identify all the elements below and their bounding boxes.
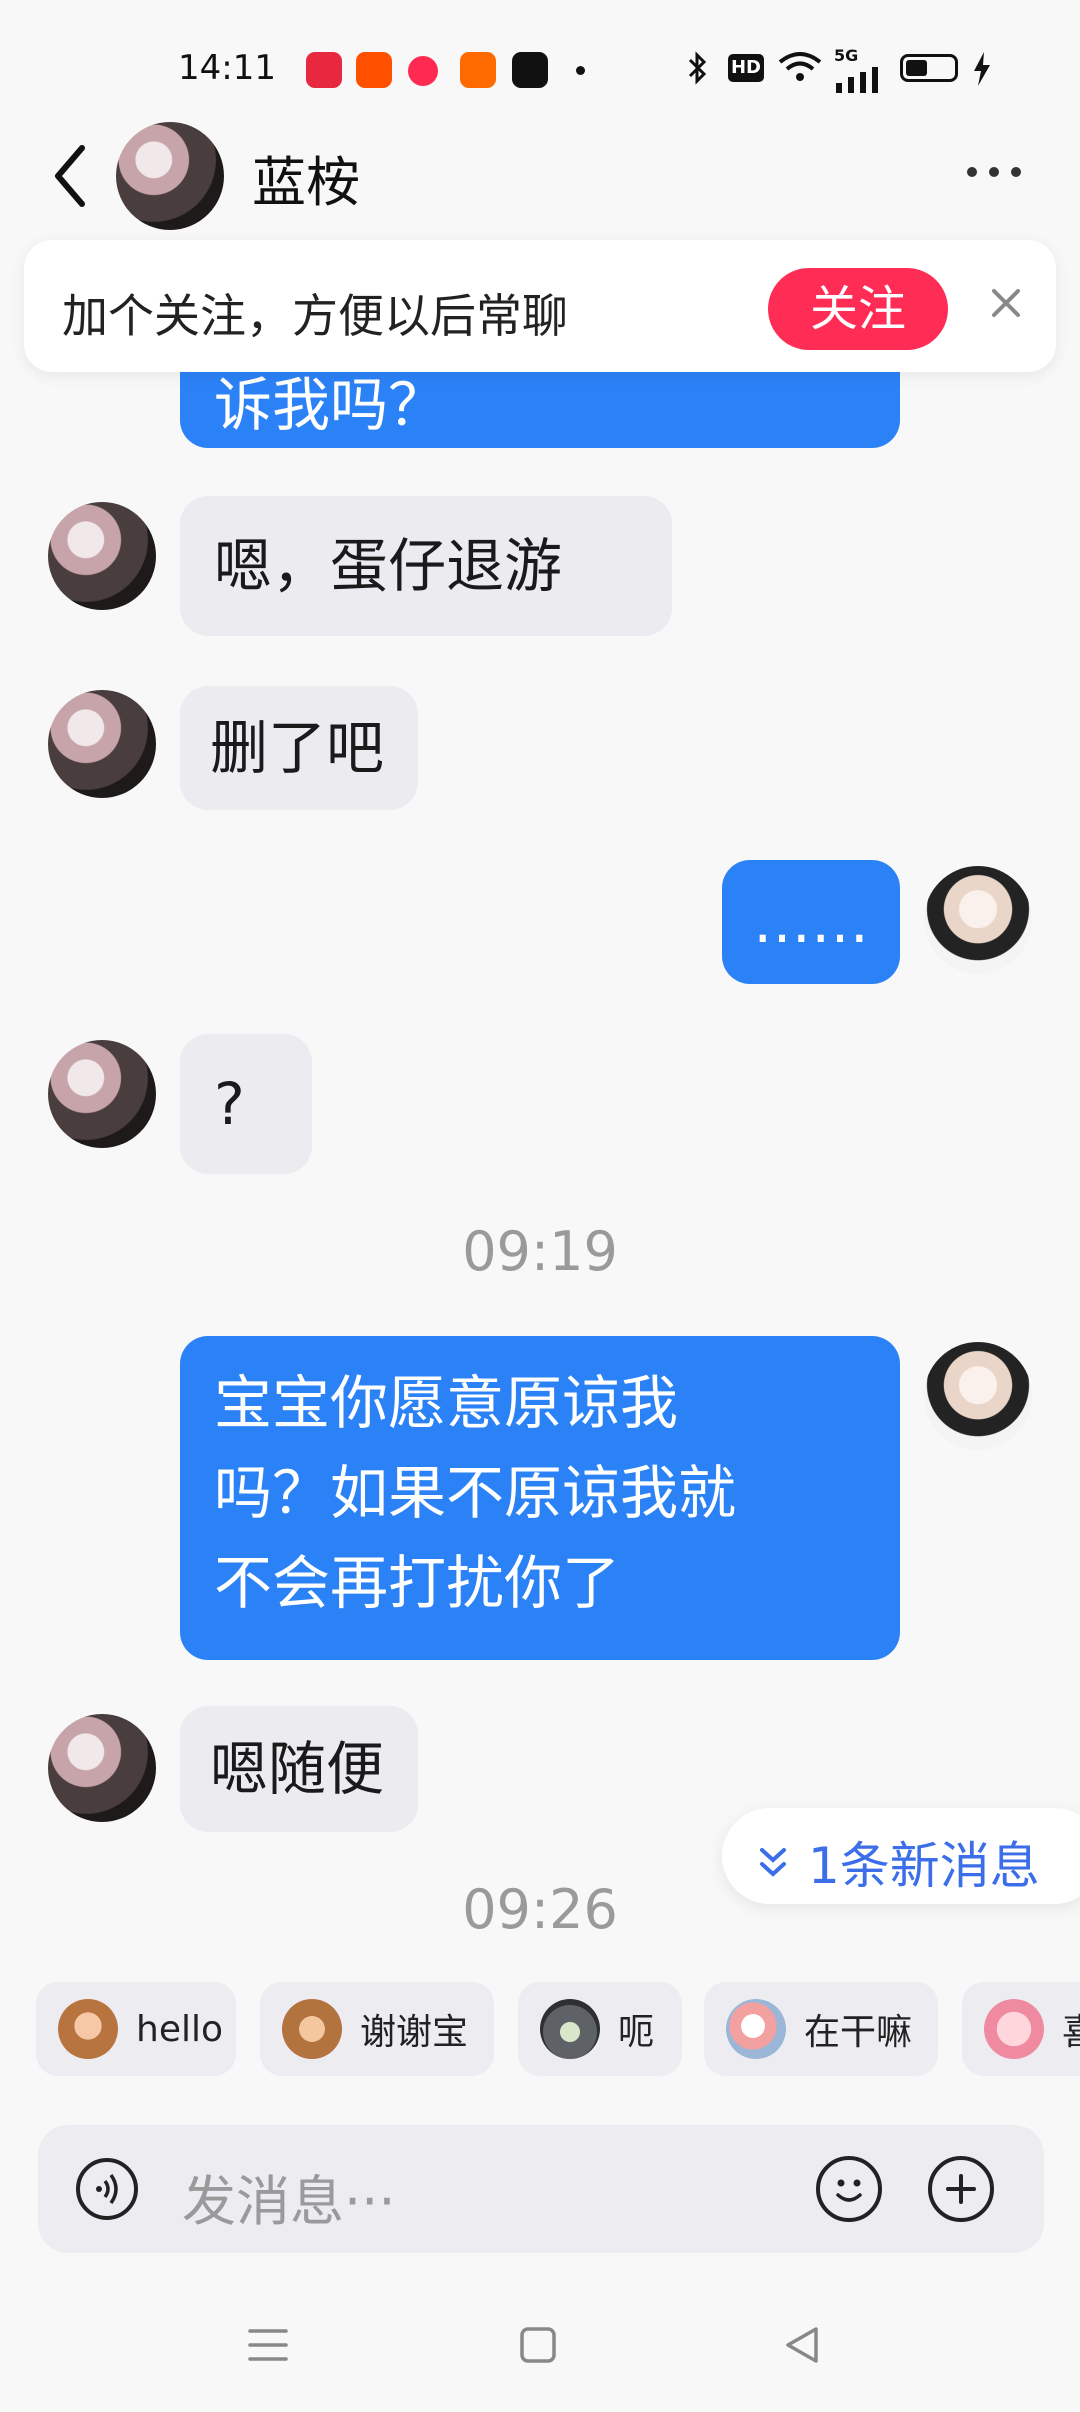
menu-icon — [248, 2329, 288, 2361]
more-horizontal-icon — [967, 167, 1021, 177]
back-triangle-icon — [786, 2327, 818, 2363]
plus-icon — [946, 2174, 976, 2204]
wifi-icon — [778, 50, 822, 93]
status-bar: 14:11 HD 5G — [0, 0, 1080, 110]
cat-sticker-icon — [540, 1999, 600, 2059]
close-banner-button[interactable] — [986, 274, 1026, 338]
quick-reply-chip[interactable]: hello — [36, 1982, 236, 2076]
message-text: 删了吧 — [210, 714, 385, 782]
kuaishou-app-icon — [460, 52, 496, 88]
taobao-app-icon — [356, 52, 392, 88]
quick-reply-label: 呃 — [618, 2012, 655, 2053]
bluetooth-icon — [684, 50, 712, 95]
menu-nav-button[interactable] — [248, 2322, 288, 2376]
timestamp: 09:19 — [462, 1220, 618, 1283]
follow-banner-text: 加个关注，方便以后常聊 — [62, 289, 568, 343]
message-bubble-incoming[interactable]: ? — [180, 1034, 312, 1174]
message-text: 诉我吗？ — [214, 371, 447, 439]
message-text: 嗯随便 — [210, 1735, 385, 1803]
message-text-line: 宝宝你愿意原谅我 — [214, 1369, 679, 1437]
close-icon — [992, 289, 1020, 317]
sender-avatar[interactable] — [48, 1714, 156, 1822]
notification-dot — [576, 66, 585, 75]
red-app-icon — [408, 56, 438, 86]
quick-reply-chip[interactable]: 在干嘛 — [704, 1982, 938, 2076]
message-composer: 发消息··· — [38, 2125, 1044, 2253]
emoji-icon — [836, 2179, 862, 2202]
emoji-button[interactable] — [816, 2156, 882, 2222]
home-square-icon — [520, 2327, 556, 2363]
more-button[interactable] — [964, 158, 1024, 186]
back-button[interactable] — [46, 138, 96, 214]
message-bubble-incoming[interactable]: 嗯，蛋仔退游 — [180, 496, 672, 636]
message-text-line: 吗？如果不原谅我就 — [214, 1459, 737, 1527]
message-text-line: 不会再打扰你了 — [214, 1549, 621, 1617]
voice-button[interactable] — [76, 2158, 138, 2220]
quick-reply-label: 喜 — [1062, 2003, 1080, 2055]
follow-button[interactable]: 关注 — [768, 268, 948, 350]
quick-reply-label: 谢谢宝 — [360, 2012, 469, 2053]
message-input[interactable]: 发消息··· — [182, 2157, 396, 2236]
plus-button[interactable] — [928, 2156, 994, 2222]
my-avatar[interactable] — [924, 866, 1032, 974]
sender-avatar[interactable] — [48, 502, 156, 610]
hd-badge: HD — [728, 54, 764, 82]
voice-icon — [96, 2173, 118, 2205]
message-bubble-outgoing[interactable]: …… — [722, 860, 900, 984]
my-avatar[interactable] — [924, 1342, 1032, 1450]
pig-sticker-icon — [984, 1999, 1044, 2059]
tiktok-app-icon — [512, 52, 548, 88]
charging-icon — [972, 52, 992, 95]
monkey-sticker-icon — [58, 1999, 118, 2059]
home-nav-button[interactable] — [518, 2322, 558, 2376]
signal-icon — [834, 62, 882, 102]
contact-name: 蓝桉 — [252, 151, 360, 214]
follow-banner: 加个关注，方便以后常聊 关注 — [24, 240, 1056, 372]
contact-avatar[interactable] — [116, 122, 224, 230]
message-bubble-incoming[interactable]: 嗯随便 — [180, 1706, 418, 1832]
quick-reply-label: 在干嘛 — [804, 2012, 913, 2053]
message-bubble-outgoing[interactable]: 宝宝你愿意原谅我 吗？如果不原谅我就 不会再打扰你了 — [180, 1336, 900, 1660]
status-time: 14:11 — [178, 48, 276, 88]
message-text: ? — [214, 1070, 245, 1138]
message-text: 嗯，蛋仔退游 — [214, 532, 563, 600]
quick-reply-label: hello — [136, 2008, 223, 2050]
xiaohongshu-app-icon — [306, 52, 342, 88]
sender-avatar[interactable] — [48, 1040, 156, 1148]
message-bubble-incoming[interactable]: 删了吧 — [180, 686, 418, 810]
timestamp: 09:26 — [462, 1878, 618, 1941]
monkey-flower-sticker-icon — [282, 1999, 342, 2059]
peek-sticker-icon — [726, 1999, 786, 2059]
sender-avatar[interactable] — [48, 690, 156, 798]
battery-icon — [900, 54, 958, 82]
back-nav-button[interactable] — [782, 2322, 822, 2376]
quick-reply-chip[interactable]: 呃 — [518, 1982, 682, 2076]
message-text: …… — [753, 888, 869, 956]
quick-reply-chip[interactable]: 谢谢宝 — [260, 1982, 494, 2076]
quick-reply-chip[interactable]: 喜 — [962, 1982, 1080, 2076]
